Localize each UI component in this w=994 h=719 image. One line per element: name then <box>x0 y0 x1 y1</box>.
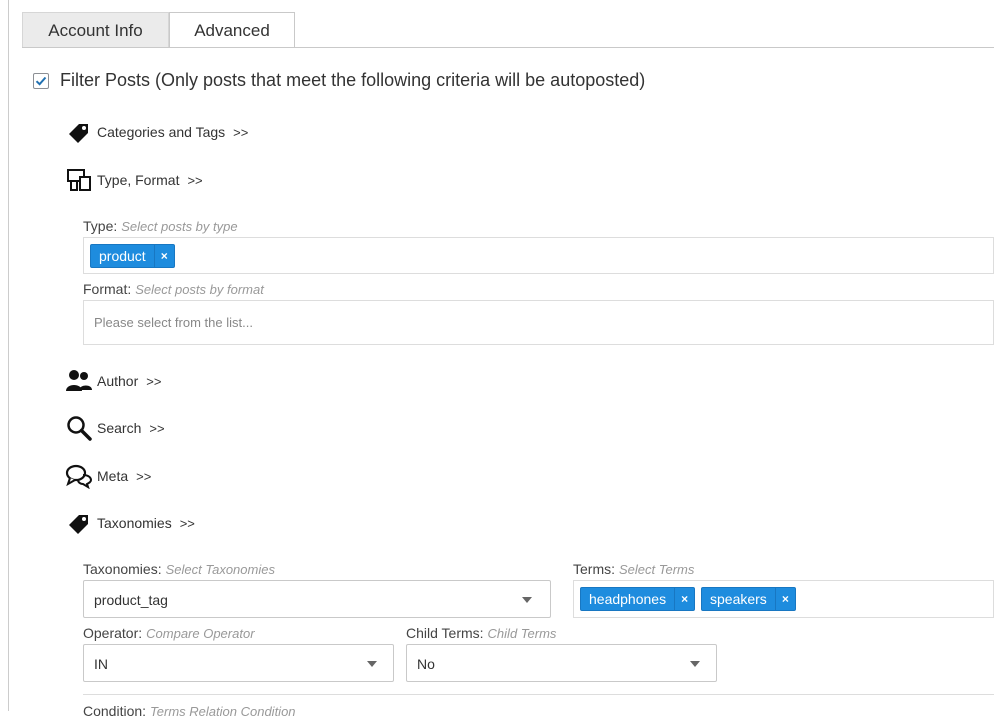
type-field-label: Type: Select posts by type <box>83 218 238 234</box>
child-terms-value: No <box>417 656 435 672</box>
expand-chevron: >> <box>233 124 249 140</box>
section-categories-tags[interactable]: Categories and Tags >> <box>65 118 248 146</box>
expand-chevron: >> <box>187 172 203 188</box>
terms-tag-headphones: headphones × <box>580 587 696 611</box>
chevron-down-icon <box>522 597 532 603</box>
filter-posts-checkbox[interactable] <box>33 72 49 89</box>
checkmark-icon <box>35 76 47 86</box>
terms-select[interactable]: headphones × speakers × <box>573 580 994 618</box>
tag-icon <box>65 509 93 537</box>
expand-chevron: >> <box>136 468 152 484</box>
section-label: Search <box>97 420 142 436</box>
section-label: Author <box>97 373 139 389</box>
remove-tag-button[interactable]: × <box>674 588 694 610</box>
operator-select[interactable]: IN <box>83 644 394 682</box>
frame-border <box>8 0 9 711</box>
section-label: Meta <box>97 468 129 484</box>
expand-chevron: >> <box>149 420 165 436</box>
chat-icon <box>65 462 93 490</box>
child-terms-field-label: Child Terms: Child Terms <box>406 625 557 641</box>
section-type-format[interactable]: Type, Format >> <box>65 166 203 194</box>
chevron-down-icon <box>367 661 377 667</box>
expand-chevron: >> <box>179 515 195 531</box>
search-icon <box>65 414 93 442</box>
terms-tag-speakers: speakers × <box>701 587 796 611</box>
format-select[interactable]: Please select from the list... <box>83 300 994 345</box>
format-field-label: Format: Select posts by format <box>83 281 264 297</box>
section-label: Type, Format <box>97 172 180 188</box>
filter-posts-row: Filter Posts (Only posts that meet the f… <box>33 70 645 91</box>
section-taxonomies[interactable]: Taxonomies >> <box>65 509 195 537</box>
condition-field-label: Condition: Terms Relation Condition <box>83 703 296 719</box>
child-terms-select[interactable]: No <box>406 644 717 682</box>
section-search[interactable]: Search >> <box>65 414 165 442</box>
section-divider <box>83 694 994 695</box>
tab-account-info[interactable]: Account Info <box>22 12 169 47</box>
tag-icon <box>65 118 93 146</box>
operator-field-label: Operator: Compare Operator <box>83 625 255 641</box>
remove-tag-button[interactable]: × <box>153 245 174 267</box>
type-tag-product: product × <box>90 244 175 268</box>
section-label: Categories and Tags <box>97 124 226 140</box>
taxonomies-select[interactable]: product_tag <box>83 580 551 618</box>
filter-posts-label: Filter Posts (Only posts that meet the f… <box>60 70 646 90</box>
taxonomies-field-label: Taxonomies: Select Taxonomies <box>83 561 275 577</box>
section-author[interactable]: Author >> <box>65 367 161 395</box>
expand-chevron: >> <box>146 373 162 389</box>
taxonomies-value: product_tag <box>94 592 168 608</box>
type-select[interactable]: product × <box>83 237 994 274</box>
users-icon <box>65 367 93 395</box>
format-placeholder: Please select from the list... <box>94 315 253 330</box>
operator-value: IN <box>94 656 108 672</box>
remove-tag-button[interactable]: × <box>774 588 795 610</box>
section-label: Taxonomies <box>97 515 172 531</box>
devices-icon <box>65 166 93 194</box>
chevron-down-icon <box>690 661 700 667</box>
terms-field-label: Terms: Select Terms <box>573 561 695 577</box>
section-meta[interactable]: Meta >> <box>65 462 151 490</box>
tab-advanced[interactable]: Advanced <box>169 12 295 48</box>
tab-divider <box>22 47 994 48</box>
